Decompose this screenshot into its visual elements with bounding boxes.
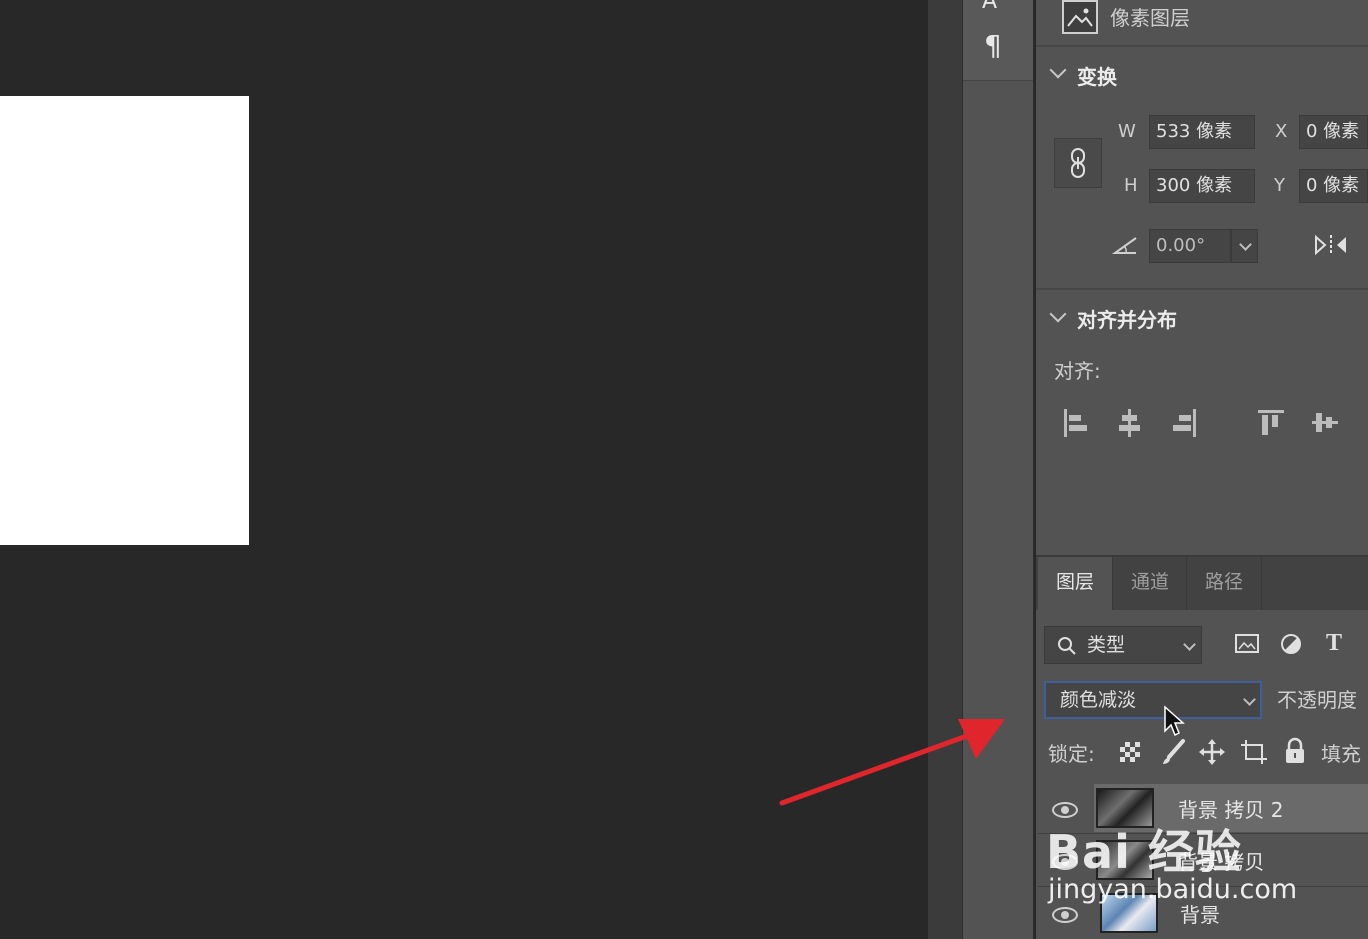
x-input[interactable]: 0 像素 (1299, 115, 1368, 149)
angle-dropdown-button[interactable] (1231, 229, 1258, 263)
red-annotation-arrow (779, 719, 1005, 806)
layer-kind-label: 像素图层 (1110, 6, 1190, 30)
align-label: 对齐: (1054, 359, 1101, 383)
align-right-icon[interactable] (1170, 408, 1198, 442)
fill-label: 填充 (1321, 742, 1361, 766)
blend-mode-value: 颜色减淡 (1060, 689, 1137, 711)
character-icon[interactable]: A (982, 0, 997, 16)
align-vertical-center-icon[interactable] (1311, 408, 1339, 442)
chain-link-icon (1071, 148, 1085, 178)
link-dimensions-button[interactable] (1054, 138, 1102, 188)
mouse-cursor-icon (1163, 705, 1185, 741)
tab-layers[interactable]: 图层 (1038, 557, 1112, 610)
align-horizontal-center-icon[interactable] (1116, 408, 1144, 442)
flip-horizontal-icon[interactable] (1313, 234, 1349, 260)
angle-icon (1111, 234, 1138, 260)
visibility-eye-icon[interactable] (1052, 907, 1078, 923)
y-input[interactable]: 0 像素 (1299, 169, 1368, 203)
align-left-icon[interactable] (1062, 408, 1090, 442)
paragraph-icon[interactable]: ¶ (984, 32, 1002, 60)
divider (1036, 45, 1368, 47)
pixel-layer-icon (1062, 0, 1098, 34)
width-label: W (1118, 121, 1136, 142)
baidu-jingyan-watermark-logo: Bai 经验 (1046, 825, 1242, 879)
divider (1036, 288, 1368, 290)
transform-section-title[interactable]: 变换 (1077, 61, 1117, 90)
filter-kind-label: 类型 (1087, 634, 1126, 656)
tab-paths[interactable]: 路径 (1186, 557, 1262, 610)
align-section-title[interactable]: 对齐并分布 (1077, 304, 1177, 333)
chevron-down-icon (1239, 238, 1252, 251)
blend-mode-dropdown[interactable]: 颜色减淡 (1044, 681, 1262, 719)
lock-image-pixels-brush-icon[interactable] (1161, 738, 1187, 770)
width-input[interactable]: 533 像素 (1149, 115, 1255, 149)
lock-all-icon[interactable] (1284, 737, 1306, 769)
height-input[interactable]: 300 像素 (1149, 169, 1255, 203)
x-label: X (1275, 121, 1288, 142)
filter-adjustment-layer-icon[interactable] (1280, 633, 1302, 659)
lock-position-move-icon[interactable] (1199, 739, 1225, 769)
angle-input[interactable]: 0.00° (1149, 229, 1231, 263)
layer-filter-dropdown[interactable]: 类型 (1044, 626, 1202, 664)
search-icon (1057, 627, 1077, 675)
filter-pixel-layer-icon[interactable] (1235, 633, 1259, 659)
baidu-jingyan-watermark-url: jingyan.baidu.com (1048, 874, 1298, 905)
align-top-icon[interactable] (1257, 408, 1285, 442)
chevron-down-icon (1243, 693, 1256, 706)
lock-label: 锁定: (1048, 742, 1095, 766)
tab-channels[interactable]: 通道 (1112, 557, 1187, 610)
opacity-label: 不透明度 (1277, 688, 1357, 712)
chevron-down-icon (1183, 638, 1196, 651)
lock-artboard-icon[interactable] (1240, 739, 1268, 769)
document-image[interactable] (0, 96, 249, 545)
y-label: Y (1274, 175, 1285, 196)
lock-transparent-pixels-icon[interactable] (1119, 741, 1141, 767)
filter-type-layer-icon[interactable]: T (1326, 630, 1342, 657)
height-label: H (1124, 175, 1138, 196)
